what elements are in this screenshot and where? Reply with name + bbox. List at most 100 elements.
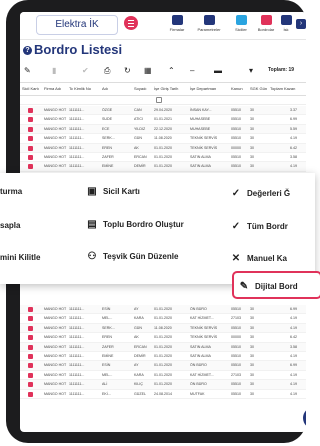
minus-icon[interactable]: – bbox=[190, 66, 194, 76]
table-cell: 05510 bbox=[231, 382, 241, 387]
menu-item-manuel[interactable]: ✕ Manuel Ka bbox=[230, 253, 287, 264]
table-row[interactable]: MANGO HOT 1111111... EMİNE DEMİR 01.01.2020 S… bbox=[20, 162, 306, 172]
pdf-icon[interactable] bbox=[28, 372, 33, 378]
menu-item-clipped-2[interactable]: sapla bbox=[0, 221, 20, 230]
column-header[interactable]: Tc Kimlik No bbox=[69, 86, 91, 91]
menu-item-tum-bordro[interactable]: ✓ Tüm Bordr bbox=[230, 221, 288, 232]
menu-item-toplu-bordro[interactable]: ▤ Toplu Bordro Oluştur bbox=[86, 219, 183, 230]
table-cell: 1111111... bbox=[69, 363, 85, 368]
table-cell: 22.12.2020 bbox=[154, 126, 172, 131]
table-cell: 27103 bbox=[231, 372, 241, 377]
table-row[interactable]: MANGO HOT 1111111... ALİ KILIÇ 01.01.2020 ÖN … bbox=[20, 380, 306, 390]
highlighted-menu-item[interactable]: ✎ Dijital Bord bbox=[232, 271, 320, 299]
next-arrow-button[interactable]: › bbox=[296, 19, 306, 29]
table-cell: 05510 bbox=[231, 117, 241, 122]
edit-icon[interactable]: ✎ bbox=[24, 66, 31, 76]
menu-item-label: Teşvik Gün Düzenle bbox=[103, 252, 179, 261]
nav-item-firmalar[interactable]: Firmalar bbox=[163, 15, 191, 32]
app-brand[interactable]: Elektra İK bbox=[36, 15, 118, 35]
table-cell: 05510 bbox=[231, 307, 241, 311]
table-row[interactable]: MANGO HOT 1111111... EMİNE DEMİR 01.01.2020 S… bbox=[20, 352, 306, 362]
menu-item-label: mini Kilitle bbox=[0, 253, 41, 262]
menu-item-dijital-bordro[interactable]: ✎ Dijital Bord bbox=[238, 281, 298, 292]
nav-item-sicilier[interactable]: Sicilier bbox=[227, 15, 255, 32]
table-row[interactable]: MANGO HOT 1111111... ZAFER ERCAN 01.01.2020 S… bbox=[20, 153, 306, 163]
table-row[interactable]: MANGO HOT 1111111... EREN AK 01.01.2020 TEKNİ… bbox=[20, 143, 306, 153]
table-cell: MANGO HOT bbox=[44, 117, 67, 122]
table-row[interactable]: MANGO HOT 1111111... MEL... KARA 01.01.2020 K… bbox=[20, 371, 306, 381]
pdf-icon[interactable] bbox=[28, 117, 33, 123]
pdf-icon[interactable] bbox=[28, 353, 33, 359]
table-row[interactable]: MANGO HOT 1111111... ZAFER ERCAN 01.01.2020 S… bbox=[20, 342, 306, 352]
table-row[interactable]: MANGO HOT 1111111... ESİN AY 01.01.2020 ÖN BÜ… bbox=[20, 361, 306, 371]
column-header[interactable]: Adı bbox=[102, 86, 108, 91]
table-cell: 1111111... bbox=[69, 372, 85, 377]
table-row[interactable]: MANGO HOT 1111111... ECE YILDIZ 22.12.2020 MU… bbox=[20, 124, 306, 135]
pdf-icon[interactable] bbox=[28, 382, 33, 388]
table-row[interactable]: MANGO HOT 1111111... SERK... GÜN 11.08.2020 T… bbox=[20, 323, 306, 334]
chevron-up-icon[interactable]: ⌃ bbox=[168, 66, 175, 76]
pdf-icon[interactable] bbox=[28, 126, 33, 132]
table-cell: 01.01.2021 bbox=[154, 117, 172, 122]
table-cell: AY bbox=[134, 307, 139, 311]
menu-item-degerleri[interactable]: ✓ Değerleri Ğ bbox=[230, 188, 290, 199]
briefcase-icon bbox=[280, 15, 292, 25]
table-cell: 30 bbox=[250, 382, 254, 387]
menu-item-tesvik[interactable]: ⚇ Teşvik Gün Düzenle bbox=[86, 251, 179, 262]
menu-toggle-button[interactable] bbox=[124, 16, 138, 30]
column-header[interactable]: Sicil Kartı bbox=[22, 86, 39, 91]
card-icon[interactable]: ▬ bbox=[214, 66, 222, 76]
nav-item-parametreler[interactable]: Parametreler bbox=[195, 15, 223, 32]
table-row[interactable]: MANGO HOT 1111111... SUDE ATICI 01.01.2021 MU… bbox=[20, 115, 306, 125]
print-icon[interactable]: ⎙ bbox=[104, 66, 110, 76]
pdf-icon[interactable] bbox=[28, 335, 33, 341]
chat-button[interactable] bbox=[303, 407, 306, 429]
filter-icon[interactable]: ▾ bbox=[249, 66, 253, 76]
pdf-icon[interactable] bbox=[28, 154, 33, 160]
table-row[interactable]: MANGO HOT 1111111... ÖZGE CAN 29.04.2020 İNSA… bbox=[20, 106, 306, 116]
menu-item-clipped-3[interactable]: mini Kilitle bbox=[0, 253, 40, 262]
menu-item-clipped-1[interactable]: turma bbox=[0, 187, 22, 196]
calendar-icon[interactable] bbox=[156, 97, 162, 103]
table-cell: AK bbox=[134, 145, 139, 150]
delete-icon[interactable]: ▮ bbox=[52, 66, 56, 76]
help-icon[interactable]: ? bbox=[23, 46, 32, 55]
table-cell: 6.99 bbox=[290, 363, 297, 368]
column-header[interactable]: SGK Gün bbox=[250, 86, 267, 91]
approve-icon[interactable]: ✔ bbox=[82, 66, 89, 76]
table-cell: 01.01.2020 bbox=[154, 316, 172, 321]
table-cell: 05510 bbox=[231, 391, 241, 396]
pdf-icon[interactable] bbox=[28, 307, 33, 312]
pdf-icon[interactable] bbox=[28, 316, 33, 322]
pdf-icon[interactable] bbox=[28, 145, 33, 151]
table-cell: SERK... bbox=[102, 325, 115, 330]
refresh-icon[interactable]: ↻ bbox=[124, 66, 131, 76]
pdf-icon[interactable] bbox=[28, 325, 33, 331]
menu-item-sicil-karti[interactable]: ▣ Sicil Kartı bbox=[86, 186, 140, 197]
table-row[interactable]: MANGO HOT 1111111... EKİ... GÜZEL 24.08.2014… bbox=[20, 390, 306, 399]
table-row[interactable]: MANGO HOT 1111111... SERK... GÜN 11.08.2020 T… bbox=[20, 134, 306, 144]
excel-icon[interactable]: ▦ bbox=[144, 66, 152, 76]
table-row[interactable]: MANGO HOT 1111111... MEL... KARA 01.01.2020 K… bbox=[20, 314, 306, 324]
column-header[interactable]: Firma Adı bbox=[44, 86, 61, 91]
pdf-icon[interactable] bbox=[28, 164, 33, 170]
column-header[interactable]: Kanun bbox=[231, 86, 243, 91]
pdf-icon[interactable] bbox=[28, 136, 33, 142]
table-cell: KARA bbox=[134, 316, 144, 321]
pdf-icon[interactable] bbox=[28, 363, 33, 369]
table-cell: SATIN ALMA bbox=[190, 353, 211, 358]
table-cell: 1111111... bbox=[69, 344, 85, 349]
users-icon bbox=[235, 15, 247, 25]
pdf-icon[interactable] bbox=[28, 344, 33, 350]
table-row[interactable]: MANGO HOT 1111111... ESİN AY 01.01.2020 ÖN BÜ… bbox=[20, 305, 306, 315]
column-header[interactable]: İşe Giriş Tarih bbox=[154, 86, 178, 91]
pdf-icon[interactable] bbox=[28, 391, 33, 397]
column-header[interactable]: İşe Departman bbox=[190, 86, 216, 91]
pdf-icon[interactable] bbox=[28, 108, 33, 113]
table-cell: EMİNE bbox=[102, 353, 114, 358]
table-cell: 1111111... bbox=[69, 382, 85, 387]
column-header[interactable]: Soyadı bbox=[134, 86, 146, 91]
table-row[interactable]: MANGO HOT 1111111... EREN AK 01.01.2020 TEKNİ… bbox=[20, 333, 306, 343]
column-header[interactable]: Toplam Kazan bbox=[270, 86, 295, 91]
table-cell: ÖN BÜRO bbox=[190, 307, 207, 311]
